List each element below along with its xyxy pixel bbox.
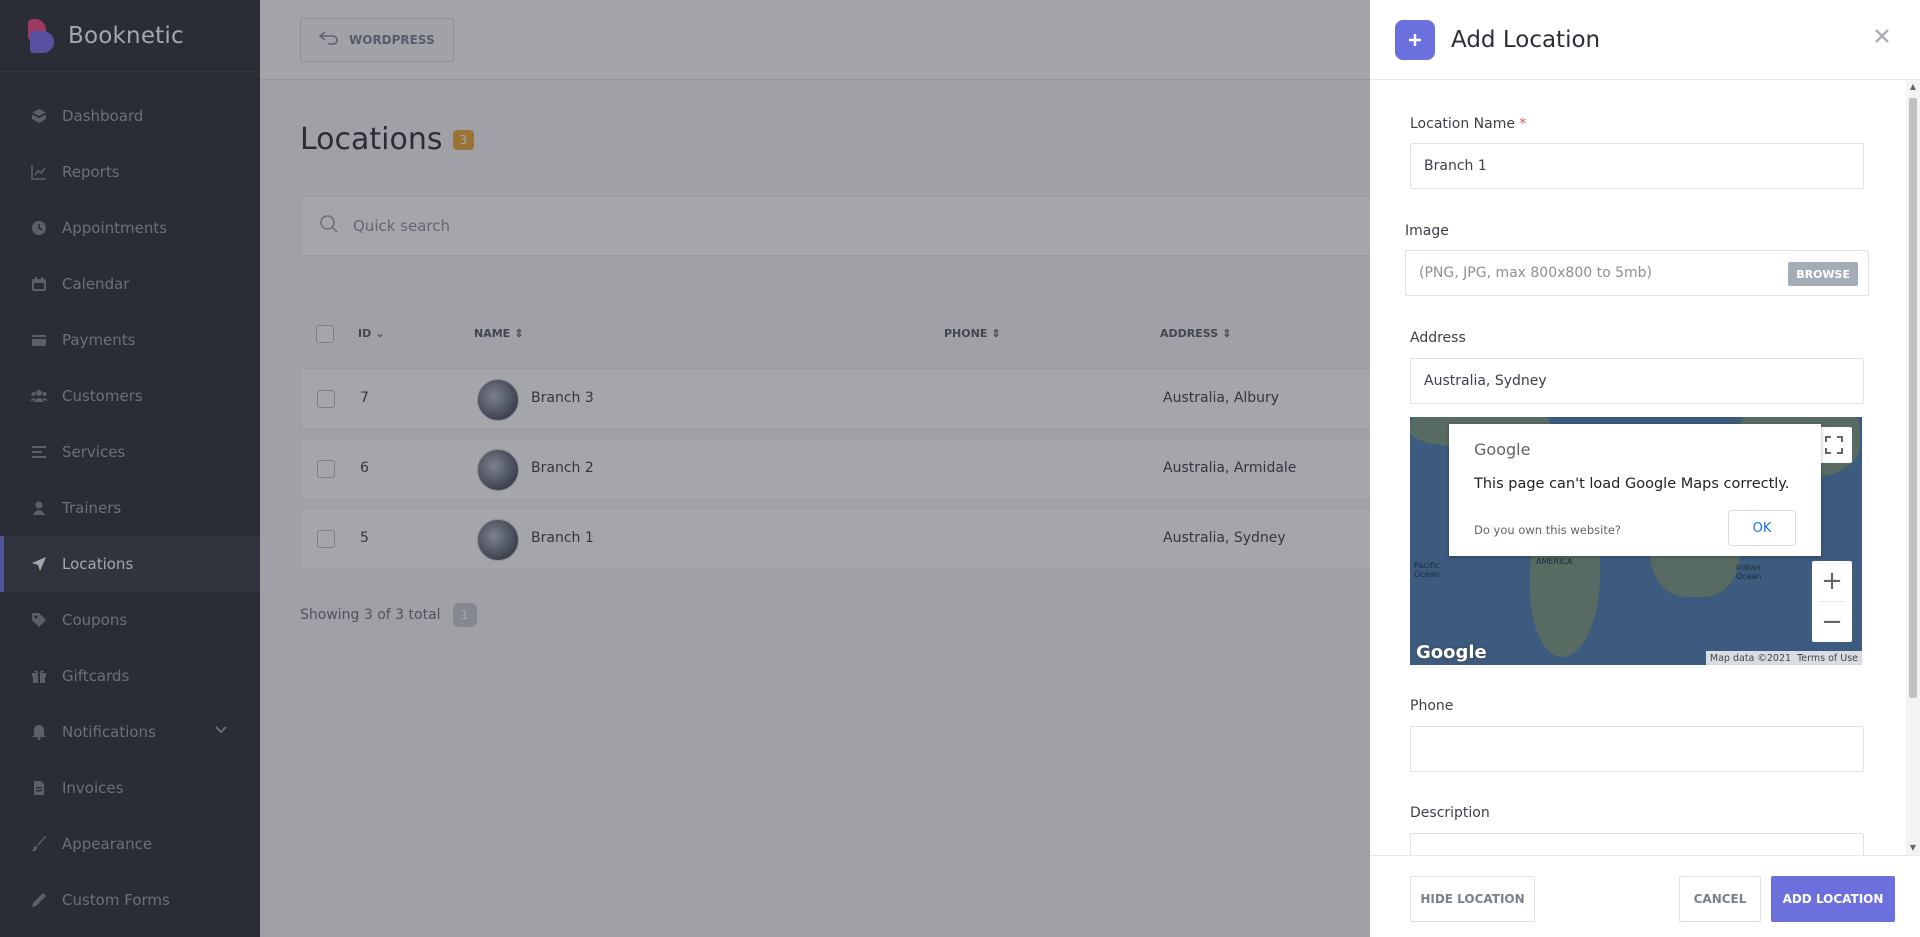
map-data-text: Map data ©2021 — [1709, 652, 1792, 664]
hide-location-button[interactable]: HIDE LOCATION — [1410, 876, 1535, 922]
address-input[interactable]: Australia, Sydney — [1410, 358, 1864, 404]
map-label-pacific: Pacific Ocean — [1414, 561, 1440, 579]
fullscreen-icon[interactable] — [1816, 427, 1852, 463]
map-attribution: Map data ©2021 Terms of Use — [1705, 651, 1862, 665]
terms-link[interactable]: Terms of Use — [1797, 653, 1858, 664]
zoom-controls: + − — [1812, 561, 1852, 642]
location-name-label-text: Location Name — [1410, 116, 1515, 132]
google-wordmark: Google — [1416, 642, 1487, 663]
panel-header: Add Location — [1370, 0, 1920, 80]
zoom-in-icon[interactable]: + — [1812, 561, 1852, 601]
description-label: Description — [1410, 805, 1490, 821]
scroll-up-icon[interactable]: ▲ — [1909, 83, 1917, 91]
address-label: Address — [1410, 330, 1466, 346]
image-file-input[interactable]: (PNG, JPG, max 800x800 to 5mb) BROWSE — [1405, 250, 1869, 296]
location-name-input[interactable]: Branch 1 — [1410, 143, 1864, 189]
description-input[interactable] — [1410, 833, 1864, 855]
add-location-button[interactable]: ADD LOCATION — [1771, 876, 1895, 922]
google-logo: Google — [1474, 440, 1531, 459]
image-placeholder: (PNG, JPG, max 800x800 to 5mb) — [1419, 265, 1652, 281]
panel-body: Location Name * Branch 1 Image (PNG, JPG… — [1370, 80, 1920, 855]
browse-button[interactable]: BROWSE — [1788, 262, 1858, 286]
image-label: Image — [1405, 223, 1449, 239]
maps-error-message: This page can't load Google Maps correct… — [1474, 476, 1790, 492]
maps-ok-button[interactable]: OK — [1728, 510, 1796, 546]
maps-error-dialog: Google This page can't load Google Maps … — [1449, 424, 1821, 556]
close-icon[interactable] — [1874, 28, 1890, 48]
map-label-america: AMERICA — [1536, 557, 1573, 566]
plus-icon — [1395, 19, 1435, 60]
phone-input[interactable] — [1410, 726, 1864, 772]
scroll-down-icon[interactable]: ▼ — [1909, 844, 1917, 852]
panel-footer: HIDE LOCATION CANCEL ADD LOCATION — [1370, 855, 1920, 937]
panel-title: Add Location — [1451, 26, 1601, 53]
cancel-button[interactable]: CANCEL — [1679, 876, 1761, 922]
google-map[interactable]: AMERICA Pacific Ocean Indian Ocean Googl… — [1410, 417, 1862, 665]
map-label-indian: Indian Ocean — [1736, 563, 1762, 581]
phone-label: Phone — [1410, 698, 1454, 714]
zoom-out-icon[interactable]: − — [1812, 602, 1852, 642]
scrollbar-thumb[interactable] — [1909, 98, 1917, 698]
add-location-panel: Add Location Location Name * Branch 1 Im… — [1370, 0, 1920, 937]
own-website-link[interactable]: Do you own this website? — [1474, 523, 1621, 537]
location-name-label: Location Name * — [1410, 116, 1526, 132]
required-mark: * — [1519, 116, 1527, 132]
